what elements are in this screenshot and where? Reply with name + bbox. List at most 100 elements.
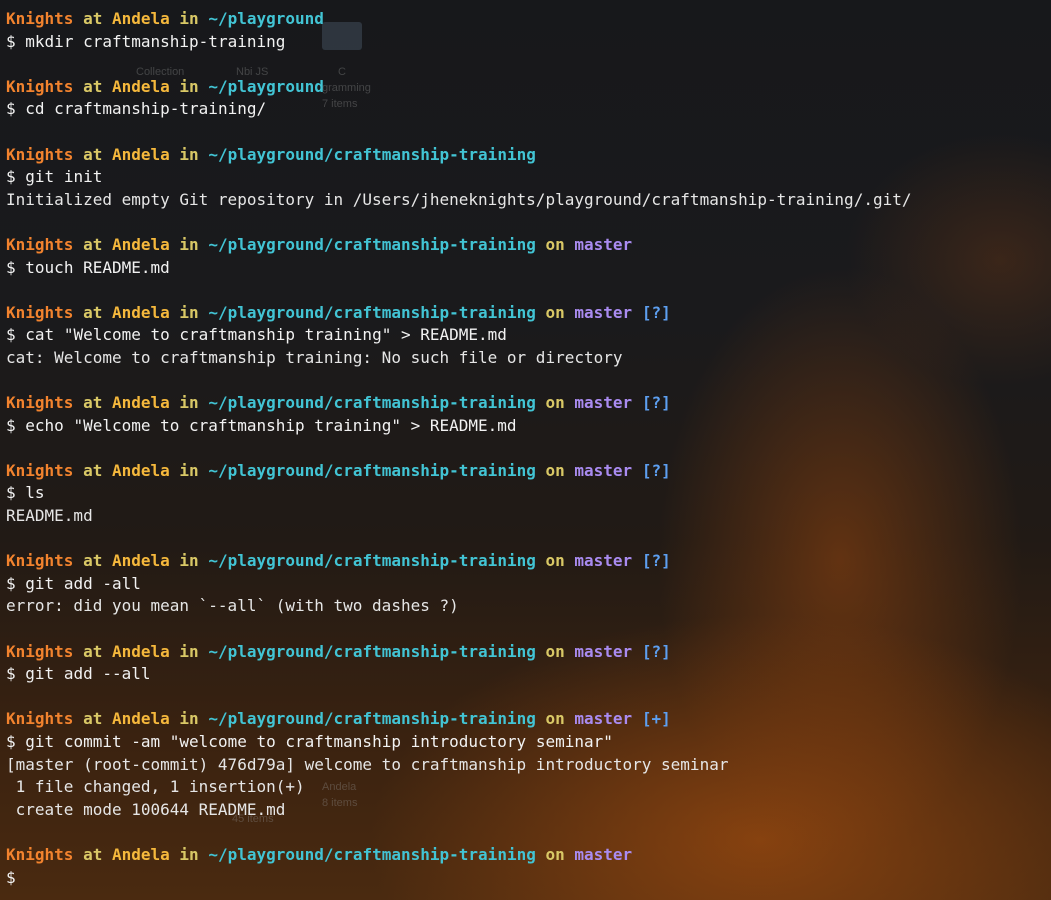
command-text: ls xyxy=(25,483,45,503)
prompt-on: on xyxy=(545,844,565,864)
prompt-path: ~/playground/craftmanship-training xyxy=(208,302,536,322)
prompt-path: ~/playground xyxy=(208,76,324,96)
git-branch: master xyxy=(574,551,633,571)
command-line: $ touch README.md xyxy=(6,257,911,280)
prompt-on: on xyxy=(545,551,565,571)
output-line: README.md xyxy=(6,506,93,526)
prompt-at: at xyxy=(83,641,103,661)
prompt-line: Knights at Andela in ~/playground/craftm… xyxy=(6,302,911,325)
prompt-at: at xyxy=(83,844,103,864)
command-text: cat "Welcome to craftmanship training" >… xyxy=(25,325,507,345)
prompt-on: on xyxy=(545,393,565,413)
prompt-in: in xyxy=(179,302,199,322)
prompt-line: Knights at Andela in ~/playground xyxy=(6,76,911,99)
command-line: $ git commit -am "welcome to craftmanshi… xyxy=(6,731,911,754)
prompt-at: at xyxy=(83,144,103,164)
prompt-user: Knights xyxy=(6,844,74,864)
command-line: $ git add -all xyxy=(6,573,911,596)
prompt-user: Knights xyxy=(6,551,74,571)
git-branch: master xyxy=(574,709,633,729)
output-line: 1 file changed, 1 insertion(+) xyxy=(6,777,305,797)
prompt-line: Knights at Andela in ~/playground/craftm… xyxy=(6,392,911,415)
prompt-path: ~/playground/craftmanship-training xyxy=(208,551,536,571)
prompt-in: in xyxy=(179,551,199,571)
prompt-at: at xyxy=(83,9,103,28)
command-text: echo "Welcome to craftmanship training" … xyxy=(25,415,517,435)
git-branch: master xyxy=(574,234,633,254)
git-branch: master xyxy=(574,302,633,322)
command-text: touch README.md xyxy=(25,257,170,277)
prompt-at: at xyxy=(83,551,103,571)
prompt-at: at xyxy=(83,302,103,322)
prompt-at: at xyxy=(83,393,103,413)
prompt-path: ~/playground/craftmanship-training xyxy=(208,844,536,864)
prompt-at: at xyxy=(83,76,103,96)
command-line: $ cd craftmanship-training/ xyxy=(6,98,911,121)
prompt-user: Knights xyxy=(6,393,74,413)
prompt-line: Knights at Andela in ~/playground/craftm… xyxy=(6,641,911,664)
prompt-user: Knights xyxy=(6,460,74,480)
prompt-symbol: $ xyxy=(6,325,16,345)
command-text: cd craftmanship-training/ xyxy=(25,99,267,119)
prompt-symbol: $ xyxy=(6,573,16,593)
prompt-symbol: $ xyxy=(6,415,16,435)
git-status-badge: [+] xyxy=(641,709,671,729)
prompt-symbol: $ xyxy=(6,664,16,684)
prompt-line: Knights at Andela in ~/playground/craftm… xyxy=(6,708,911,731)
prompt-line: Knights at Andela in ~/playground/craftm… xyxy=(6,144,911,167)
prompt-on: on xyxy=(545,234,565,254)
git-status-badge: [?] xyxy=(641,460,671,480)
command-text: mkdir craftmanship-training xyxy=(25,31,286,51)
git-branch: master xyxy=(574,460,633,480)
prompt-line: Knights at Andela in ~/playground/craftm… xyxy=(6,844,911,867)
prompt-path: ~/playground/craftmanship-training xyxy=(208,460,536,480)
git-status-badge: [?] xyxy=(641,302,671,322)
prompt-line: Knights at Andela in ~/playground/craftm… xyxy=(6,234,911,257)
git-branch: master xyxy=(574,393,633,413)
prompt-host: Andela xyxy=(111,709,170,729)
command-line: $ ls xyxy=(6,482,911,505)
output-line: [master (root-commit) 476d79a] welcome t… xyxy=(6,754,729,774)
command-line: $ cat "Welcome to craftmanship training"… xyxy=(6,324,911,347)
prompt-in: in xyxy=(179,9,199,28)
prompt-in: in xyxy=(179,844,199,864)
git-status-badge: [?] xyxy=(641,393,671,413)
prompt-at: at xyxy=(83,460,103,480)
prompt-in: in xyxy=(179,393,199,413)
prompt-path: ~/playground/craftmanship-training xyxy=(208,393,536,413)
prompt-line: Knights at Andela in ~/playground/craftm… xyxy=(6,460,911,483)
git-status-badge: [?] xyxy=(641,641,671,661)
command-text: git commit -am "welcome to craftmanship … xyxy=(25,732,613,751)
output-line: Initialized empty Git repository in /Use… xyxy=(6,189,912,209)
prompt-in: in xyxy=(179,144,199,164)
prompt-in: in xyxy=(179,76,199,96)
terminal-output: Knights at Andela in ~/playground $ mkdir… xyxy=(6,8,911,889)
git-status-badge: [?] xyxy=(641,551,671,571)
prompt-host: Andela xyxy=(111,393,170,413)
prompt-on: on xyxy=(545,709,565,729)
prompt-path: ~/playground xyxy=(208,9,324,28)
prompt-symbol: $ xyxy=(6,99,16,119)
command-text: git add -all xyxy=(25,573,141,593)
command-line: $ git add --all xyxy=(6,663,911,686)
git-branch: master xyxy=(574,641,633,661)
command-line[interactable]: $ xyxy=(6,867,911,890)
prompt-at: at xyxy=(83,709,103,729)
prompt-host: Andela xyxy=(111,551,170,571)
prompt-host: Andela xyxy=(111,460,170,480)
prompt-symbol: $ xyxy=(6,167,16,187)
prompt-host: Andela xyxy=(111,844,170,864)
prompt-in: in xyxy=(179,641,199,661)
prompt-path: ~/playground/craftmanship-training xyxy=(208,144,536,164)
terminal-window[interactable]: Collection Nbi JS C gramming 7 items And… xyxy=(0,0,1051,900)
output-line: create mode 100644 README.md xyxy=(6,799,286,819)
prompt-user: Knights xyxy=(6,302,74,322)
